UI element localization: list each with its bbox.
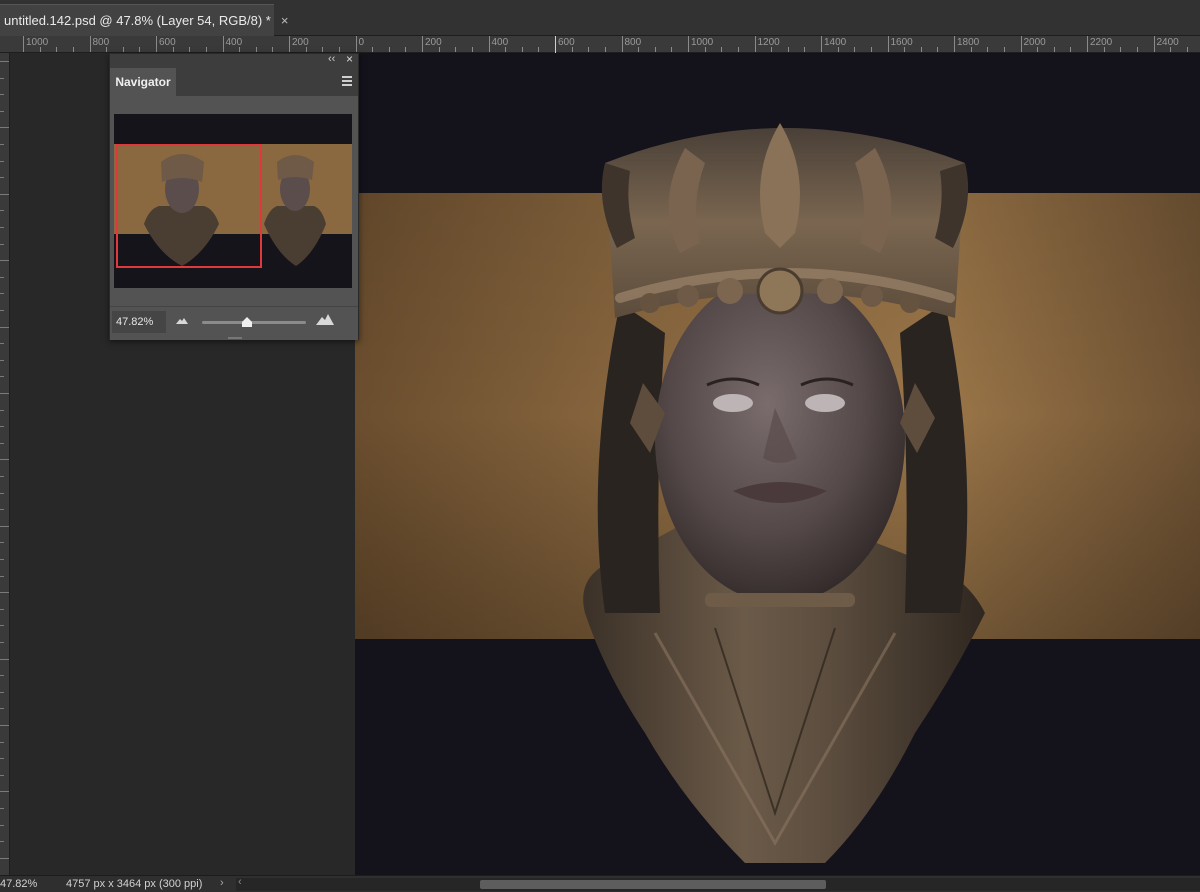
- vertical-ruler-tick: [0, 310, 4, 311]
- vertical-ruler-tick: [0, 276, 4, 278]
- vertical-ruler-tick: [0, 376, 4, 378]
- panel-tab-row: Navigator: [110, 68, 358, 96]
- large-mountain-icon[interactable]: [316, 313, 334, 325]
- document-tab[interactable]: untitled.142.psd @ 47.8% (Layer 54, RGB/…: [0, 4, 288, 36]
- ruler-tick-label: 1800: [957, 37, 980, 48]
- ruler-tick-label: 2200: [1090, 37, 1113, 48]
- vertical-ruler-tick: [0, 758, 4, 760]
- vertical-ruler-tick: [0, 608, 4, 610]
- vertical-ruler-tick: [0, 509, 4, 511]
- vertical-ruler-tick: [0, 260, 9, 262]
- horizontal-ruler[interactable]: 1000 800 600 400 200 0 200 400 600 800 1000 1200 140…: [0, 36, 1200, 53]
- navigator-panel[interactable]: ‹‹ × Navigator 47.82%: [109, 52, 359, 340]
- ruler-tick-label: 2000: [1023, 37, 1046, 48]
- close-panel-icon[interactable]: ×: [346, 52, 353, 66]
- scroll-left-icon[interactable]: ‹: [238, 876, 242, 888]
- vertical-ruler-tick: [0, 741, 4, 743]
- panel-resize-grip[interactable]: [228, 337, 242, 339]
- vertical-ruler-tick: [0, 160, 4, 162]
- vertical-ruler-tick: [0, 691, 4, 693]
- ruler-tick-label: 1000: [691, 37, 714, 48]
- ruler-tick-label: 1400: [824, 37, 847, 48]
- vertical-ruler-tick: [0, 61, 9, 62]
- vertical-ruler-tick: [0, 492, 4, 494]
- vertical-ruler-tick: [0, 144, 4, 145]
- vertical-ruler-tick: [0, 343, 4, 345]
- ruler-tick-label: 2400: [1156, 37, 1179, 48]
- vertical-ruler-tick: [0, 459, 9, 461]
- small-mountain-icon[interactable]: [176, 316, 188, 324]
- vertical-ruler-tick: [0, 243, 4, 245]
- vertical-ruler-tick: [0, 127, 9, 129]
- vertical-ruler-tick: [0, 393, 9, 394]
- vertical-ruler-tick: [0, 708, 4, 710]
- vertical-ruler-tick: [0, 326, 9, 328]
- vertical-ruler-tick: [0, 210, 4, 212]
- vertical-ruler-tick: [0, 625, 4, 627]
- navigator-zoom-controls: 47.82%: [110, 306, 358, 340]
- vertical-ruler-tick: [0, 542, 4, 544]
- vertical-ruler-tick: [0, 841, 4, 843]
- ruler-tick-label: 1000: [26, 37, 49, 48]
- vertical-ruler-tick: [0, 658, 9, 660]
- status-document-info: 4757 px x 3464 px (300 ppi): [66, 878, 203, 890]
- vertical-ruler-tick: [0, 808, 4, 809]
- vertical-ruler-tick: [0, 442, 4, 444]
- horizontal-scrollbar[interactable]: ‹: [236, 876, 1200, 891]
- vertical-ruler-tick: [0, 575, 4, 577]
- vertical-ruler-tick: [0, 592, 9, 594]
- vertical-ruler-tick: [0, 857, 9, 859]
- vertical-ruler-tick: [0, 525, 9, 527]
- vertical-ruler-tick: [0, 476, 4, 477]
- ruler-cursor-marker: [555, 36, 556, 53]
- vertical-ruler-tick: [0, 824, 4, 826]
- ruler-tick-label: 1200: [757, 37, 780, 48]
- artwork-portrait: [355, 123, 1200, 863]
- vertical-ruler-tick: [0, 725, 9, 726]
- close-tab-icon[interactable]: ×: [281, 13, 289, 28]
- vertical-ruler-tick: [0, 77, 4, 79]
- zoom-slider-thumb[interactable]: [241, 317, 252, 327]
- document-tab-bar: untitled.142.psd @ 47.8% (Layer 54, RGB/…: [0, 0, 1200, 36]
- ruler-tick-label: 1600: [890, 37, 913, 48]
- status-menu-arrow-icon[interactable]: ›: [220, 877, 224, 889]
- vertical-ruler[interactable]: [0, 53, 10, 875]
- collapse-panel-icon[interactable]: ‹‹: [328, 53, 335, 65]
- vertical-ruler-tick: [0, 177, 4, 179]
- zoom-percentage-field[interactable]: 47.82%: [112, 311, 166, 333]
- panel-menu-icon[interactable]: [342, 76, 352, 86]
- vertical-ruler-tick: [0, 293, 4, 295]
- vertical-ruler-tick: [0, 227, 4, 228]
- vertical-ruler-tick: [0, 426, 4, 428]
- zoom-slider-track[interactable]: [202, 321, 306, 324]
- vertical-ruler-tick: [0, 675, 4, 677]
- vertical-ruler-tick: [0, 774, 4, 776]
- status-bar: 47.82% 4757 px x 3464 px (300 ppi) › ‹: [0, 875, 1200, 892]
- vertical-ruler-tick: [0, 359, 4, 361]
- vertical-ruler-tick: [0, 559, 4, 560]
- navigator-view-frame[interactable]: [116, 144, 262, 268]
- vertical-ruler-tick: [0, 94, 4, 96]
- status-zoom-level[interactable]: 47.82%: [0, 878, 37, 890]
- navigator-preview[interactable]: [114, 114, 352, 288]
- vertical-ruler-tick: [0, 409, 4, 411]
- tab-navigator[interactable]: Navigator: [110, 68, 176, 96]
- vertical-ruler-tick: [0, 791, 9, 793]
- vertical-ruler-tick: [0, 193, 9, 195]
- scrollbar-thumb[interactable]: [480, 880, 826, 889]
- document-tab-title: untitled.142.psd @ 47.8% (Layer 54, RGB/…: [4, 13, 271, 28]
- vertical-ruler-tick: [0, 642, 4, 643]
- panel-header-strip: ‹‹ ×: [110, 52, 358, 68]
- document-canvas[interactable]: [355, 53, 1200, 875]
- ruler-tick-label: 0: [358, 37, 365, 48]
- vertical-ruler-tick: [0, 110, 4, 112]
